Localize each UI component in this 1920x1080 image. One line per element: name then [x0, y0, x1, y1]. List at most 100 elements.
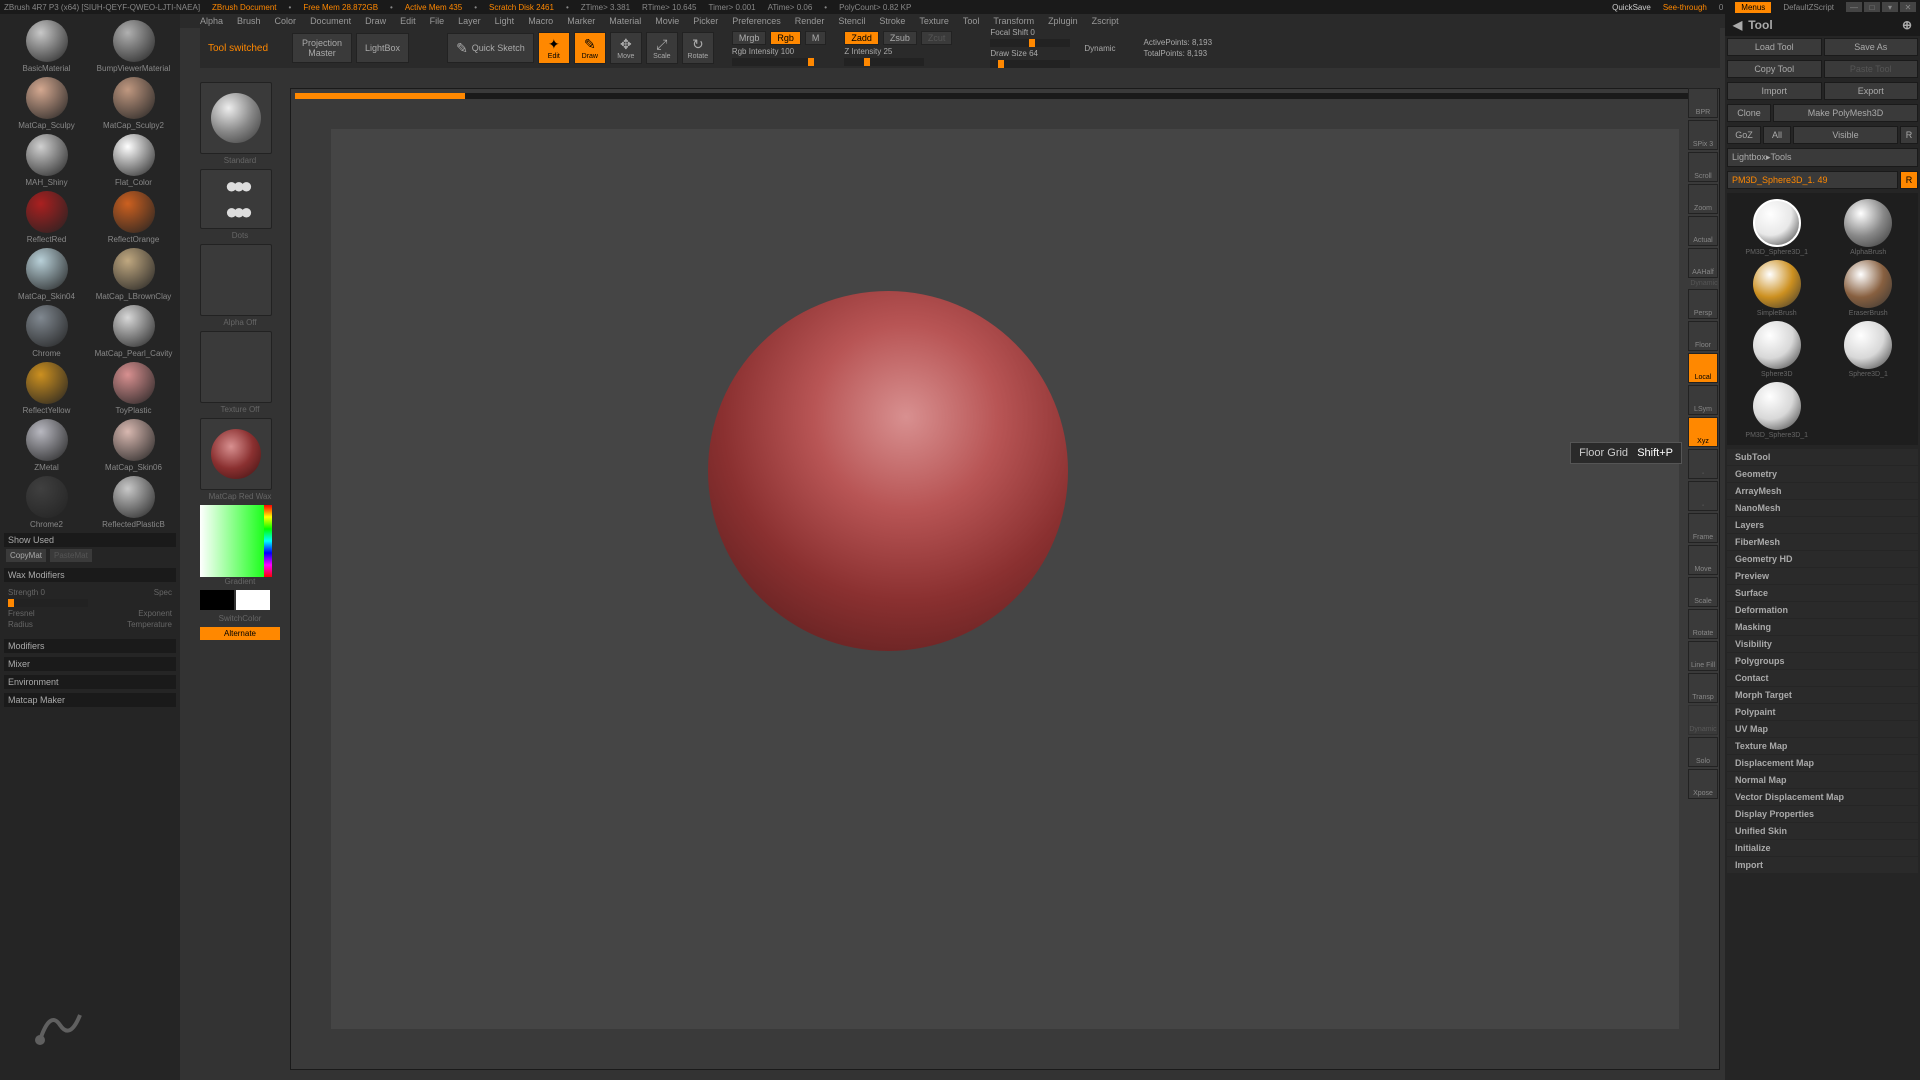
section-polygroups[interactable]: Polygroups: [1727, 653, 1918, 669]
nav-actual[interactable]: Actual: [1688, 216, 1718, 246]
nav-line-fill[interactable]: Line Fill: [1688, 641, 1718, 671]
paste-tool-button[interactable]: Paste Tool: [1824, 60, 1919, 78]
tool-thumb-eraserbrush[interactable]: EraserBrush: [1825, 260, 1913, 317]
menu-light[interactable]: Light: [495, 16, 515, 26]
rgb-intensity-slider[interactable]: [732, 58, 812, 66]
section-vector-displacement-map[interactable]: Vector Displacement Map: [1727, 789, 1918, 805]
nav-dynamic[interactable]: Dynamic: [1688, 705, 1718, 735]
quick-sketch-button[interactable]: ✎Quick Sketch: [447, 33, 534, 63]
menu-brush[interactable]: Brush: [237, 16, 261, 26]
nav-·[interactable]: ·: [1688, 481, 1718, 511]
nav-solo[interactable]: Solo: [1688, 737, 1718, 767]
focal-shift-slider[interactable]: [990, 39, 1070, 47]
menu-macro[interactable]: Macro: [528, 16, 553, 26]
material-zmetal[interactable]: ZMetal: [4, 417, 89, 472]
draw-size-label[interactable]: Draw Size 64: [990, 49, 1080, 58]
minimize-icon[interactable]: —: [1846, 2, 1862, 12]
nav-aahalf[interactable]: AAHalf: [1688, 248, 1718, 278]
goz-visible-button[interactable]: Visible: [1793, 126, 1898, 144]
scale-button[interactable]: ⤢Scale: [646, 32, 678, 64]
lightbox-tools-button[interactable]: Lightbox▸Tools: [1727, 148, 1918, 167]
section-unified-skin[interactable]: Unified Skin: [1727, 823, 1918, 839]
menu-stencil[interactable]: Stencil: [838, 16, 865, 26]
nav-scroll[interactable]: Scroll: [1688, 152, 1718, 182]
projection-master-button[interactable]: Projection Master: [292, 33, 352, 63]
menu-alpha[interactable]: Alpha: [200, 16, 223, 26]
lightbox-button[interactable]: LightBox: [356, 33, 409, 63]
menu-transform[interactable]: Transform: [993, 16, 1034, 26]
tool-thumb-sphere3d_1[interactable]: Sphere3D_1: [1825, 321, 1913, 378]
menu-stroke[interactable]: Stroke: [879, 16, 905, 26]
section-preview[interactable]: Preview: [1727, 568, 1918, 584]
section-normal-map[interactable]: Normal Map: [1727, 772, 1918, 788]
section-texture-map[interactable]: Texture Map: [1727, 738, 1918, 754]
make-polymesh3d-button[interactable]: Make PolyMesh3D: [1773, 104, 1918, 122]
material-chrome[interactable]: Chrome: [4, 303, 89, 358]
show-used-button[interactable]: Show Used: [4, 533, 176, 547]
tool-thumb-pm3d_sphere3d_1[interactable]: PM3D_Sphere3D_1: [1733, 199, 1821, 256]
import-button[interactable]: Import: [1727, 82, 1822, 100]
texture-selector[interactable]: [200, 331, 272, 403]
menu-render[interactable]: Render: [795, 16, 825, 26]
nav-floor[interactable]: Floor: [1688, 321, 1718, 351]
menu-tool[interactable]: Tool: [963, 16, 980, 26]
section-subtool[interactable]: SubTool: [1727, 449, 1918, 465]
material-matcap_lbrownclay[interactable]: MatCap_LBrownClay: [91, 246, 176, 301]
rgb-intensity-label[interactable]: Rgb Intensity 100: [732, 47, 822, 56]
strength-slider[interactable]: Strength 0: [8, 588, 45, 597]
draw-size-slider[interactable]: [990, 60, 1070, 68]
environment-section[interactable]: Environment: [4, 675, 176, 689]
dynamic-label[interactable]: Dynamic: [1084, 44, 1115, 53]
nav-frame[interactable]: Frame: [1688, 513, 1718, 543]
section-contact[interactable]: Contact: [1727, 670, 1918, 686]
exponent-slider[interactable]: Exponent: [138, 609, 172, 618]
material-bumpviewermaterial[interactable]: BumpViewerMaterial: [91, 18, 176, 73]
color-picker[interactable]: [200, 505, 272, 577]
material-matcap_pearl_cavity[interactable]: MatCap_Pearl_Cavity: [91, 303, 176, 358]
z-intensity-label[interactable]: Z Intensity 25: [844, 47, 934, 56]
material-reflectedplasticb[interactable]: ReflectedPlasticB: [91, 474, 176, 529]
zsub-button[interactable]: Zsub: [883, 31, 917, 45]
section-layers[interactable]: Layers: [1727, 517, 1918, 533]
nav-·[interactable]: ·: [1688, 449, 1718, 479]
nav-xpose[interactable]: Xpose: [1688, 769, 1718, 799]
material-chrome2[interactable]: Chrome2: [4, 474, 89, 529]
default-zscript[interactable]: DefaultZScript: [1783, 3, 1834, 12]
material-matcap_skin06[interactable]: MatCap_Skin06: [91, 417, 176, 472]
nav-persp[interactable]: Persp: [1688, 289, 1718, 319]
menu-edit[interactable]: Edit: [400, 16, 416, 26]
matcap-maker-section[interactable]: Matcap Maker: [4, 693, 176, 707]
copymat-button[interactable]: CopyMat: [6, 549, 46, 562]
tool-thumb-sphere3d[interactable]: Sphere3D: [1733, 321, 1821, 378]
menu-marker[interactable]: Marker: [567, 16, 595, 26]
nav-move[interactable]: Move: [1688, 545, 1718, 575]
nav-rotate[interactable]: Rotate: [1688, 609, 1718, 639]
section-displacement-map[interactable]: Displacement Map: [1727, 755, 1918, 771]
alpha-selector[interactable]: [200, 244, 272, 316]
tool-r-button[interactable]: R: [1900, 171, 1918, 189]
hide-icon[interactable]: ▾: [1882, 2, 1898, 12]
menus-button[interactable]: Menus: [1735, 2, 1771, 13]
section-visibility[interactable]: Visibility: [1727, 636, 1918, 652]
z-intensity-slider[interactable]: [844, 58, 924, 66]
color-swatch-secondary[interactable]: [236, 590, 270, 610]
color-swatch-main[interactable]: [200, 590, 234, 610]
goz-all-button[interactable]: All: [1763, 126, 1791, 144]
menu-zplugin[interactable]: Zplugin: [1048, 16, 1078, 26]
zcut-button[interactable]: Zcut: [921, 31, 953, 45]
material-mah_shiny[interactable]: MAH_Shiny: [4, 132, 89, 187]
strength-track[interactable]: [8, 599, 88, 607]
menu-draw[interactable]: Draw: [365, 16, 386, 26]
nav-spix-3[interactable]: SPix 3: [1688, 120, 1718, 150]
export-button[interactable]: Export: [1824, 82, 1919, 100]
nav-transp[interactable]: Transp: [1688, 673, 1718, 703]
current-tool-name[interactable]: PM3D_Sphere3D_1. 49: [1727, 171, 1898, 189]
quicksave-button[interactable]: QuickSave: [1612, 3, 1651, 12]
tool-thumb-pm3d_sphere3d_1[interactable]: PM3D_Sphere3D_1: [1733, 382, 1821, 439]
goz-r-button[interactable]: R: [1900, 126, 1918, 144]
tool-thumb-simplebrush[interactable]: SimpleBrush: [1733, 260, 1821, 317]
save-as-button[interactable]: Save As: [1824, 38, 1919, 56]
section-uv-map[interactable]: UV Map: [1727, 721, 1918, 737]
alternate-button[interactable]: Alternate: [200, 627, 280, 640]
menu-zscript[interactable]: Zscript: [1092, 16, 1119, 26]
